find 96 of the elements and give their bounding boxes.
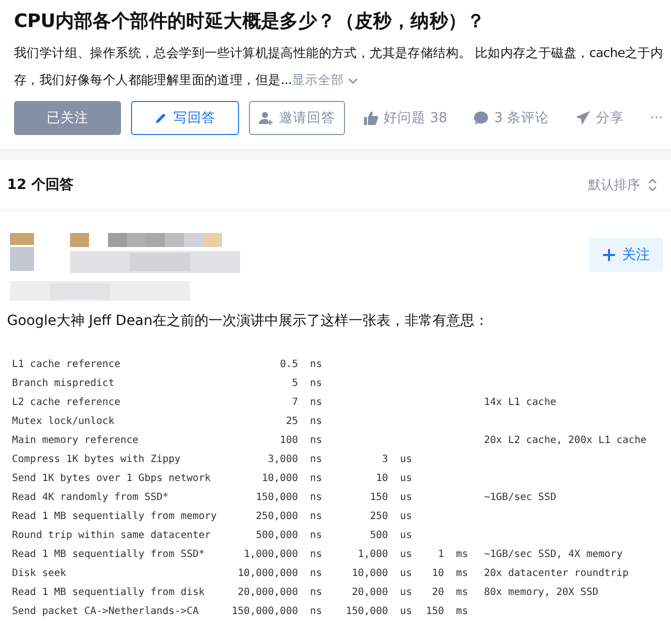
table-cell-text: L1 cache reference (12, 358, 122, 372)
answer-count: 12 个回答 (7, 176, 74, 194)
table-cell-text: 150 (424, 605, 444, 619)
table-cell-text: ns (309, 377, 324, 391)
table-cell-text: ns (309, 472, 324, 486)
table-cell-text: Send packet CA->Netherlands->CA (12, 605, 200, 619)
table-cell-text: 250,000 (254, 510, 298, 524)
table-cell-text: Disk seek (12, 567, 68, 581)
question-excerpt: 我们学计组、操作系统，总会学到一些计算机提高性能的方式，尤其是存储结构。 比如内存之于磁盘，cache之于内存，我们好像每个人都能理解里面的道理，但是...显示全部 (14, 39, 671, 93)
table-cell-text: 3,000 (266, 453, 298, 467)
table-cell-text: 150,000,000 (230, 605, 298, 619)
table-cell-text: us (399, 586, 414, 600)
table-cell-text: Read 4K randomly from SSD* (12, 491, 170, 505)
table-cell-text: us (399, 453, 414, 467)
table-cell-text: 10,000 (260, 472, 298, 486)
table-cell-text: 10 (430, 567, 444, 581)
table-cell-text: 20,000 (350, 586, 388, 600)
answer-intro: Google大神 Jeff Dean在之前的一次演讲中展示了这样一张表，非常有意思： (7, 312, 490, 330)
followed-button[interactable]: 已关注 (14, 101, 122, 135)
comment-button[interactable]: 3 条评论 (465, 101, 558, 135)
table-cell-text: 150,000 (344, 605, 388, 619)
show-all-link[interactable]: 显示全部 (292, 66, 358, 93)
like-button[interactable]: 好问题 38 (354, 101, 456, 135)
table-cell-text: ns (309, 434, 324, 448)
table-cell-text: us (399, 510, 414, 524)
table-cell-text: 10,000,000 (236, 567, 298, 581)
table-cell-text: 1,000,000 (242, 548, 298, 562)
table-cell-text: us (399, 567, 414, 581)
table-cell-text: L2 cache reference (12, 396, 122, 410)
table-cell-text: ns (309, 529, 324, 543)
table-cell-text: ms (455, 548, 470, 562)
table-cell-text: ns (309, 358, 324, 372)
table-cell-text: Send 1K bytes over 1 Gbps network (12, 472, 212, 486)
table-cell-text: Round trip within same datacenter (12, 529, 212, 543)
table-cell-text: Main memory reference (12, 434, 140, 448)
sort-icon (648, 178, 657, 192)
table-cell-text: ns (309, 453, 324, 467)
sort-button[interactable]: 默认排序 (588, 176, 657, 194)
table-cell-text: Compress 1K bytes with Zippy (12, 453, 182, 467)
table-cell-text: 500 (368, 529, 388, 543)
table-cell-text: ms (455, 567, 470, 581)
table-cell-text: 150 (368, 491, 388, 505)
table-cell-text: ~1GB/sec SSD, 4X memory (483, 548, 624, 562)
table-cell-text: ns (309, 586, 324, 600)
table-cell-text: 500,000 (254, 529, 298, 543)
question-title: CPU内部各个部件的时延大概是多少？（皮秒，纳秒）？ (14, 10, 486, 33)
table-cell-text: ns (309, 396, 324, 410)
table-cell-text: 20 (430, 586, 444, 600)
table-cell-text: 1 (436, 548, 444, 562)
table-cell-text: 0.5 (278, 358, 298, 372)
person-add-icon (258, 110, 274, 126)
table-cell-text: ns (309, 491, 324, 505)
write-button[interactable]: 写回答 (131, 101, 239, 135)
table-cell-text: Mutex lock/unlock (12, 415, 116, 429)
table-cell-text: Branch mispredict (12, 377, 116, 391)
thumbs-up-icon (362, 110, 379, 126)
table-cell-text: ns (309, 548, 324, 562)
table-cell-text: ms (455, 586, 470, 600)
table-cell-text: 20x L2 cache, 200x L1 cache (483, 434, 648, 448)
table-cell-text: 10,000 (350, 567, 388, 581)
table-cell-text: us (399, 472, 414, 486)
table-cell-text: 20,000,000 (236, 586, 298, 600)
comment-icon (473, 110, 490, 126)
table-cell-text: 1,000 (356, 548, 388, 562)
invite-button[interactable]: 邀请回答 (248, 101, 345, 135)
table-cell-text: Read 1 MB sequentially from memory (12, 510, 218, 524)
table-cell-text: 7 (290, 396, 298, 410)
table-cell-text: 100 (278, 434, 298, 448)
table-cell-text: us (399, 491, 414, 505)
table-cell-text: Read 1 MB sequentially from disk (12, 586, 206, 600)
table-cell-text: 14x L1 cache (483, 396, 558, 410)
table-cell-text: 5 (290, 377, 298, 391)
table-cell-text: us (399, 529, 414, 543)
share-button[interactable]: 分享 (567, 101, 632, 135)
table-cell-text: ns (309, 567, 324, 581)
send-icon (575, 110, 592, 126)
table-cell-text: us (399, 548, 414, 562)
table-cell-text: 25 (284, 415, 298, 429)
more-button[interactable]: ··· (642, 101, 671, 135)
table-cell-text: ns (309, 415, 324, 429)
plus-icon (602, 248, 616, 262)
table-cell-text: ~1GB/sec SSD (483, 491, 558, 505)
table-cell-text: ms (455, 605, 470, 619)
table-cell-text: ns (309, 510, 324, 524)
table-cell-text: 250 (368, 510, 388, 524)
follow-button[interactable]: 关注 (589, 238, 663, 272)
pencil-icon (154, 111, 168, 125)
table-cell-text: 3 (380, 453, 388, 467)
table-cell-text: 10 (374, 472, 388, 486)
table-cell-text: 80x memory, 20X SSD (483, 586, 600, 600)
table-cell-text: 20x datacenter roundtrip (483, 567, 630, 581)
table-cell-text: Read 1 MB sequentially from SSD* (12, 548, 206, 562)
table-cell-text: ns (309, 605, 324, 619)
table-cell-text: us (399, 605, 414, 619)
chevron-down-icon (348, 78, 358, 84)
table-cell-text: 150,000 (254, 491, 298, 505)
